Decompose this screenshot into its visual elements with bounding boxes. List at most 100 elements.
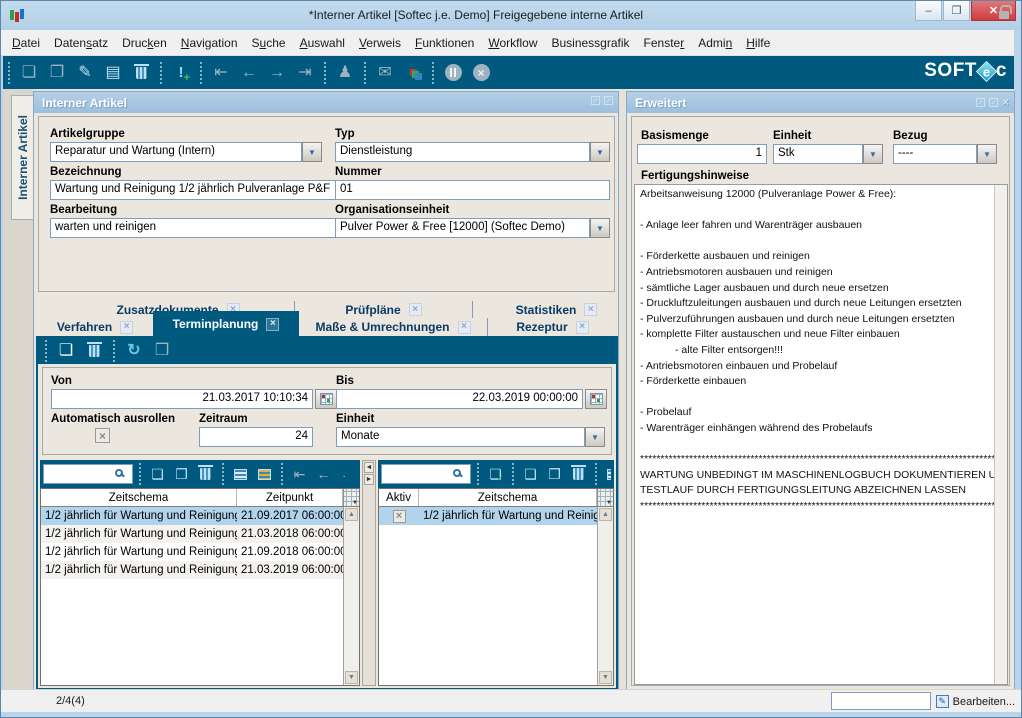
scroll-up-icon[interactable]: ▲ [599,508,612,521]
fertigungshinweise-textarea[interactable]: Arbeitsanweisung 12000 (Pulveranlage Pow… [634,184,1008,685]
expand-icon[interactable] [604,96,613,105]
delete-icon[interactable] [82,339,106,363]
copy-icon[interactable] [544,464,565,485]
previous-record-icon[interactable] [237,61,261,85]
expand-icon[interactable] [591,96,600,105]
send-icon[interactable] [373,61,397,85]
minimize-button[interactable]: – [915,1,942,21]
scroll-down-icon[interactable]: ▼ [599,671,612,684]
table-row[interactable]: 1/2 jährlich für Wartung und Reinigung 2… [41,525,359,543]
vertical-scrollbar[interactable]: ▲ ▼ [597,507,613,685]
save-icon[interactable] [101,61,125,85]
menu-item[interactable]: Fenster [637,32,692,54]
organisationseinheit-field[interactable]: Pulver Power & Free [12000] (Softec Demo… [335,218,590,238]
collapse-right-icon[interactable]: ► [364,474,374,485]
menu-item[interactable]: Verweis [352,32,408,54]
vertical-scrollbar[interactable]: ▲ ▼ [343,507,359,685]
next-record-icon[interactable] [265,61,289,85]
expand-icon[interactable] [989,98,998,107]
close-panel-icon[interactable]: × [1002,96,1009,108]
menu-item[interactable]: Businessgrafik [544,32,636,54]
panel-header[interactable]: Interner Artikel [34,92,618,113]
table-row[interactable]: 1/2 jährlich für Wartung und Reinigung 2… [41,543,359,561]
search-input[interactable] [43,464,133,484]
menu-item[interactable]: Navigation [174,32,245,54]
tab[interactable]: Maße & Umrechnungen [299,318,487,336]
bezug-field[interactable]: ---- [893,144,977,164]
bis-field[interactable]: 22.03.2019 00:00:00 [336,389,583,409]
artikelgruppe-field[interactable]: Reparatur und Wartung (Intern) [50,142,302,162]
einheit-field[interactable]: Monate [336,427,585,447]
column-header-aktiv[interactable]: Aktiv [379,489,419,506]
edit-icon[interactable] [73,61,97,85]
new-icon[interactable] [54,339,78,363]
transfer-icon[interactable] [401,61,425,85]
delete-icon[interactable] [568,464,589,485]
new-icon[interactable] [17,61,41,85]
automatisch-ausrollen-checkbox[interactable] [95,428,110,443]
bezug-dropdown-icon[interactable] [977,144,997,164]
last-record-icon[interactable] [293,61,317,85]
textarea-scrollbar[interactable] [994,185,1007,684]
table-row[interactable]: 1/2 jährlich für Wartung und Reinigung 2… [41,561,359,579]
aktiv-checkbox[interactable] [393,510,406,523]
user-search-icon[interactable] [333,61,357,85]
search-input[interactable] [381,464,471,484]
menu-item[interactable]: Drucken [115,32,174,54]
tab-close-icon[interactable] [409,303,422,316]
previous-record-icon[interactable] [313,464,334,485]
typ-field[interactable]: Dienstleistung [335,142,590,162]
copy-icon[interactable] [171,464,192,485]
menu-item[interactable]: Auswahl [293,32,352,54]
einheit-dropdown-icon[interactable] [863,144,883,164]
scroll-down-icon[interactable]: ▼ [345,671,358,684]
stamp-icon[interactable] [150,339,174,363]
tab[interactable]: Verfahren [37,318,153,336]
menu-item[interactable]: Admin [691,32,739,54]
insert-icon[interactable] [169,61,193,85]
first-record-icon[interactable] [289,464,310,485]
bezeichnung-field[interactable]: Wartung und Reinigung 1/2 jährlich Pulve… [50,180,338,200]
bearbeitung-field[interactable]: warten und reinigen [50,218,338,238]
table-row[interactable]: 1/2 jährlich für Wartung und Reinigung [379,507,613,525]
menu-item[interactable]: Hilfe [739,32,777,54]
delete-icon[interactable] [129,61,153,85]
pause-icon[interactable] [441,61,465,85]
basismenge-field[interactable]: 1 [637,144,767,164]
expand-icon[interactable] [976,98,985,107]
organisationseinheit-dropdown-icon[interactable] [590,218,610,238]
list-view-icon[interactable] [230,464,251,485]
column-header-zeitschema[interactable]: Zeitschema [41,489,237,506]
einheit-dropdown-icon[interactable] [585,427,605,447]
refresh-icon[interactable] [122,339,146,363]
menu-item[interactable]: Datensatz [47,32,115,54]
column-header-zeitpunkt[interactable]: Zeitpunkt [237,489,343,506]
zeitraum-field[interactable]: 24 [199,427,313,447]
von-calendar-icon[interactable] [315,389,337,409]
tab[interactable]: Prüfpläne [294,301,472,318]
panel-header[interactable]: Erweitert × [627,92,1014,113]
table-row[interactable]: 1/2 jährlich für Wartung und Reinigung 2… [41,507,359,525]
bearbeiten-button[interactable]: Bearbeiten... [934,692,1017,711]
list-view-icon[interactable] [603,464,611,485]
scroll-up-icon[interactable]: ▲ [345,508,358,521]
column-select-icon[interactable] [597,489,613,506]
cancel-icon[interactable] [469,61,493,85]
first-record-icon[interactable] [209,61,233,85]
tab[interactable]: Rezeptur [487,318,617,336]
menu-item[interactable]: Datei [5,32,47,54]
delete-icon[interactable] [195,464,216,485]
tab[interactable]: Terminplanung [153,311,299,336]
assign-icon[interactable] [485,464,506,485]
einheit-field[interactable]: Stk [773,144,863,164]
list-splitter[interactable]: ◄ ► [362,460,376,686]
statusbar-input[interactable] [831,692,931,710]
typ-dropdown-icon[interactable] [590,142,610,162]
side-tab-interner-artikel[interactable]: Interner Artikel [11,95,34,220]
artikelgruppe-dropdown-icon[interactable] [302,142,322,162]
column-header-zeitschema[interactable]: Zeitschema [419,489,597,506]
bis-calendar-icon[interactable] [585,389,607,409]
new-icon[interactable] [520,464,541,485]
column-select-icon[interactable] [343,489,359,506]
von-field[interactable]: 21.03.2017 10:10:34 [51,389,313,409]
